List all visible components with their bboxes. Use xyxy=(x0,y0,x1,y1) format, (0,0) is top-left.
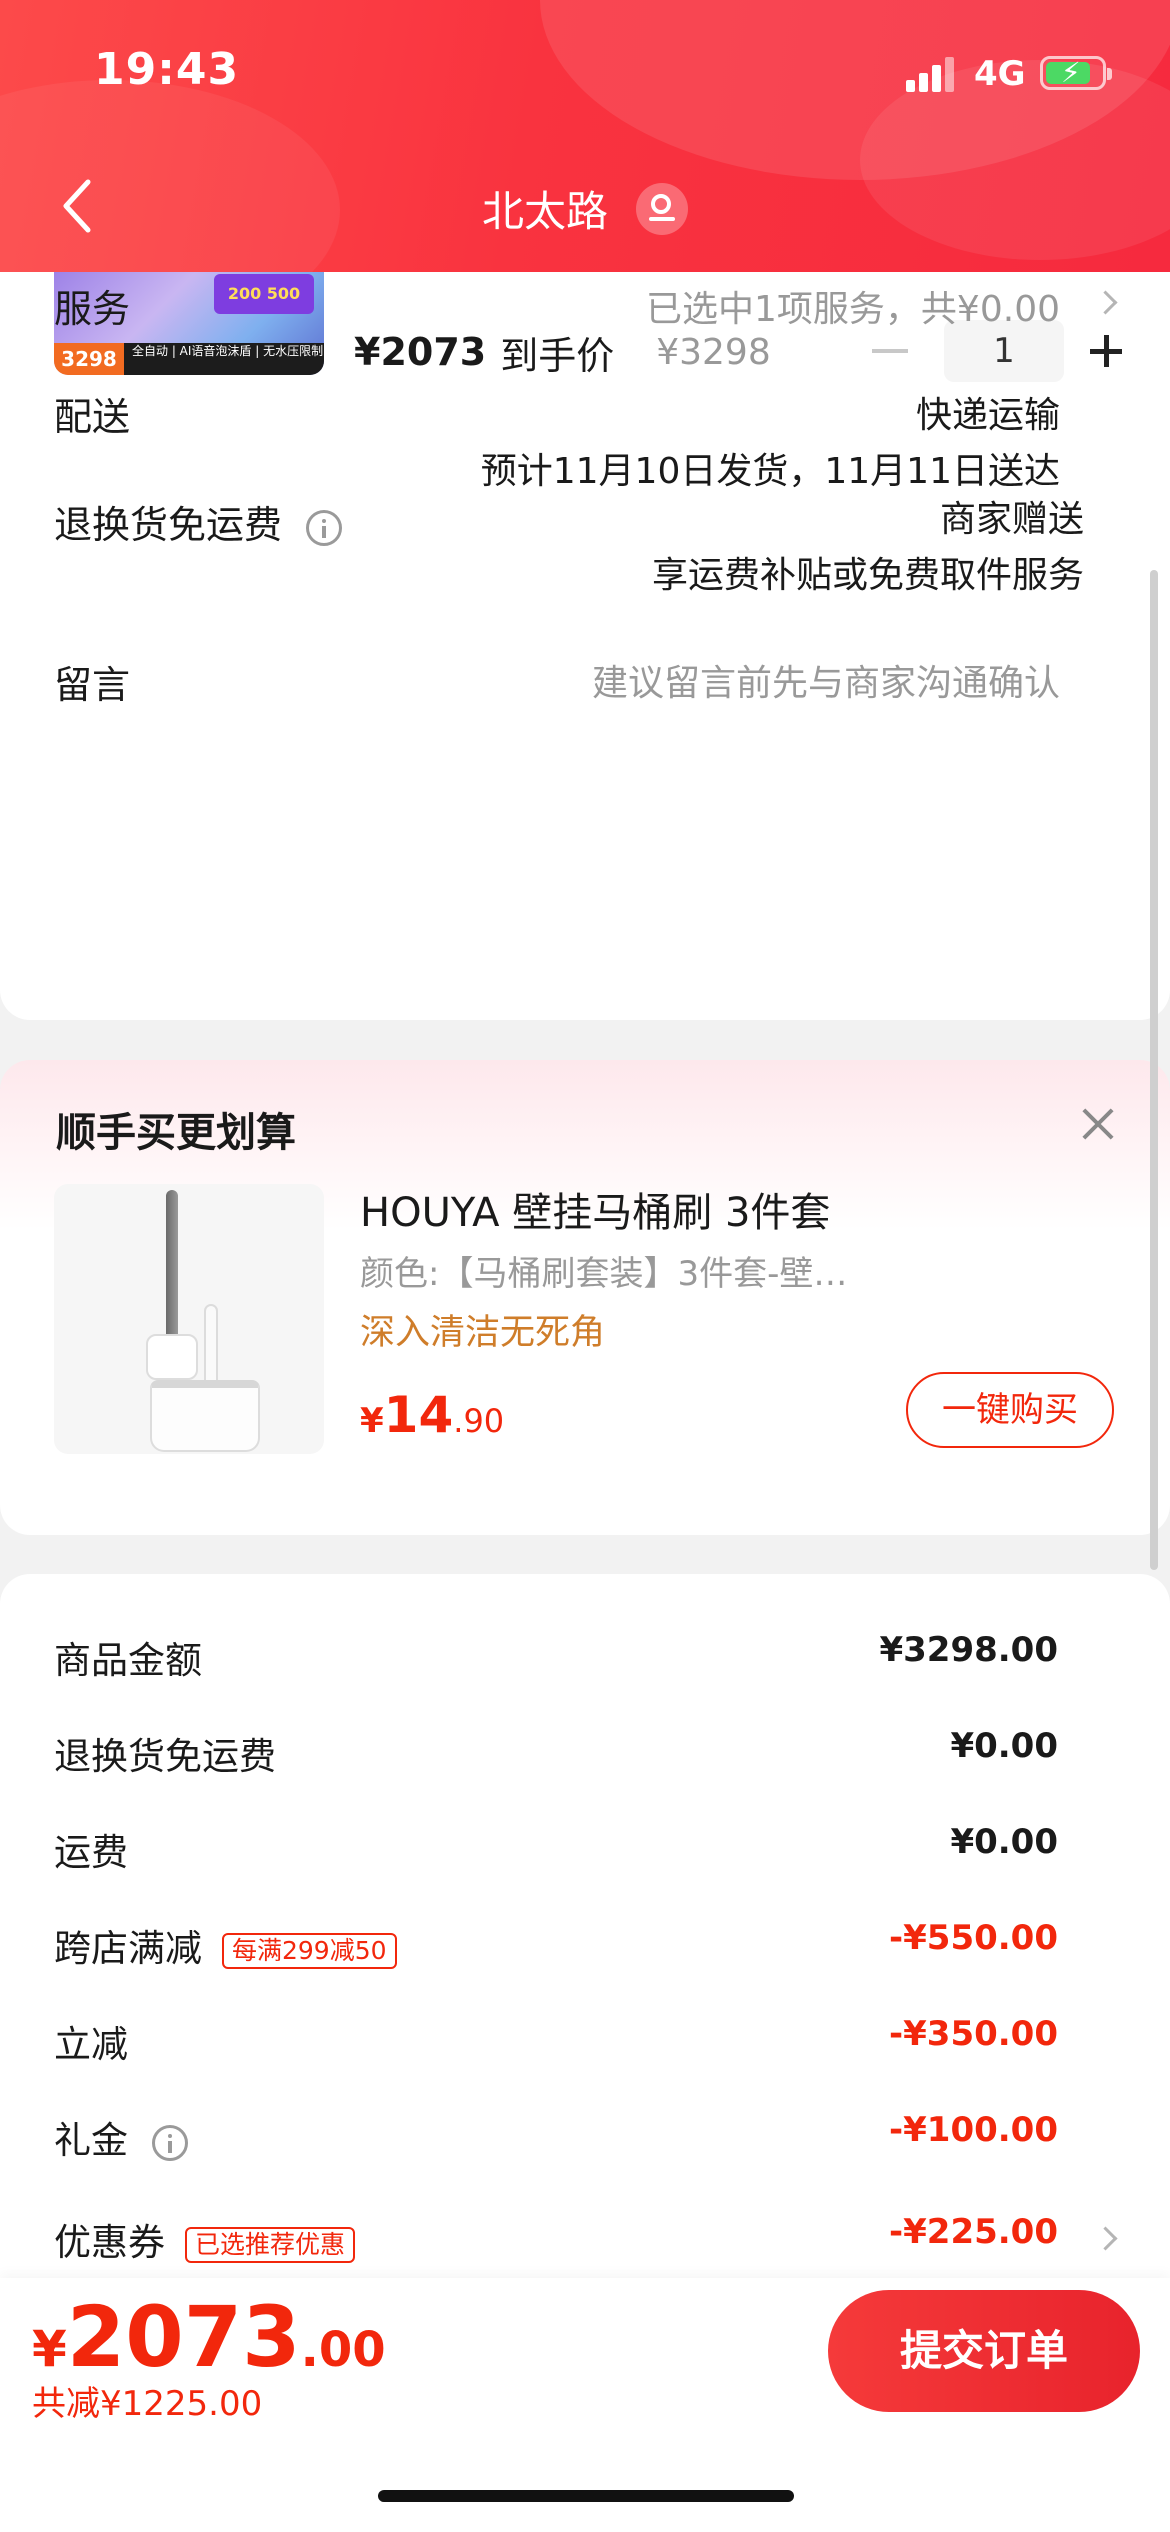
thumb-price: 3298 xyxy=(54,343,124,375)
total-decimal: .00 xyxy=(300,2322,386,2378)
info-icon[interactable] xyxy=(152,2124,188,2161)
cross-store-badge: 每满299减50 xyxy=(222,1932,397,1969)
thumb-caption: 全自动 | AI语音泡沫盾 | 无水压限制 xyxy=(124,343,324,375)
header-bar: 19:43 4G ⚡ 北太路 xyxy=(0,0,1170,272)
header-decoration xyxy=(0,80,340,272)
return-subvalue: 享运费补贴或免费取件服务 xyxy=(651,555,1084,596)
order-info-card: 200 500 3298 全自动 | AI语音泡沫盾 | 无水压限制 ¥2073… xyxy=(0,200,1170,1020)
instant-discount-value: -¥350.00 xyxy=(889,2014,1058,2054)
amount-summary-card: 商品金额 ¥3298.00 退换货免运费 ¥0.00 运费 ¥0.00 跨店满减… xyxy=(0,1574,1170,2294)
cross-store-value: -¥550.00 xyxy=(889,1918,1058,1958)
signal-icon xyxy=(906,56,954,92)
currency-symbol: ¥ xyxy=(32,2320,67,2378)
return-fee-label: 退换货免运费 xyxy=(54,1735,276,1778)
coupon-label: 优惠券 xyxy=(54,2221,165,2264)
address-title[interactable]: 北太路 xyxy=(0,178,1170,239)
final-price: ¥2073 xyxy=(354,330,487,374)
gift-value: -¥100.00 xyxy=(889,2110,1058,2150)
chevron-right-icon[interactable] xyxy=(1093,290,1118,315)
return-value: 商家赠送 xyxy=(939,499,1084,540)
delivery-label: 配送 xyxy=(54,395,131,439)
price-decimal: .90 xyxy=(453,1402,505,1440)
address-text: 北太路 xyxy=(481,187,608,236)
recommend-product-name[interactable]: HOUYA 壁挂马桶刷 3件套 xyxy=(360,1180,830,1238)
gift-money-row: 礼金 -¥100.00 xyxy=(0,2110,1170,2170)
shipping-fee-label: 运费 xyxy=(54,1831,128,1874)
final-price-label: 到手价 xyxy=(500,333,615,378)
recommend-product-image[interactable] xyxy=(54,1184,324,1454)
recommend-product-spec: 颜色:【马桶刷套装】3件套-壁… xyxy=(360,1254,848,1294)
home-indicator[interactable] xyxy=(378,2490,794,2502)
coupon-value: -¥225.00 xyxy=(889,2212,1058,2252)
decrease-button[interactable] xyxy=(872,349,908,353)
info-icon[interactable] xyxy=(306,509,343,546)
recommend-product-price: ¥14.90 xyxy=(360,1386,504,1444)
submit-order-button[interactable]: 提交订单 xyxy=(828,2290,1140,2412)
recommend-product-slogan: 深入清洁无死角 xyxy=(360,1313,606,1353)
delivery-estimate: 预计11月10日发货，11月11日送达 xyxy=(480,451,1060,492)
goods-amount-label: 商品金额 xyxy=(54,1639,202,1682)
battery-icon: ⚡ xyxy=(1040,56,1112,90)
coupon-badge: 已选推荐优惠 xyxy=(185,2226,356,2263)
status-time: 19:43 xyxy=(94,44,240,95)
gift-label-wrap: 礼金 xyxy=(54,2110,188,2164)
network-type: 4G xyxy=(974,54,1026,94)
message-input[interactable]: 建议留言前先与商家沟通确认 xyxy=(592,654,1060,706)
thumb-promo: 200 500 xyxy=(214,274,314,314)
recommend-title: 顺手买更划算 xyxy=(56,1110,296,1156)
coupon-row[interactable]: 优惠券 已选推荐优惠 -¥225.00 xyxy=(0,2212,1170,2272)
cross-store-discount-row[interactable]: 跨店满减 每满299减50 -¥550.00 xyxy=(0,1918,1170,1978)
shipping-fee-value: ¥0.00 xyxy=(950,1822,1058,1862)
cross-store-label: 跨店满减 xyxy=(54,1927,202,1970)
instant-discount-row: 立减 -¥350.00 xyxy=(0,2014,1170,2074)
return-fee-value: ¥0.00 xyxy=(950,1726,1058,1766)
increase-button[interactable] xyxy=(1090,335,1122,367)
one-click-buy-button[interactable]: 一键购买 xyxy=(906,1372,1114,1448)
close-icon[interactable] xyxy=(1078,1104,1118,1144)
cross-store-label-wrap: 跨店满减 每满299减50 xyxy=(54,1918,397,1972)
coupon-label-wrap: 优惠券 已选推荐优惠 xyxy=(54,2212,356,2266)
shipping-fee-row: 运费 ¥0.00 xyxy=(0,1822,1170,1882)
price-integer: 14 xyxy=(383,1386,454,1444)
total-integer: 2073 xyxy=(66,2288,301,2386)
return-fee-row: 退换货免运费 ¥0.00 xyxy=(0,1726,1170,1786)
delivery-method[interactable]: 快递运输 xyxy=(916,386,1060,438)
service-value[interactable]: 已选中1项服务，共¥0.00 xyxy=(646,280,1060,332)
total-saved[interactable]: 共减¥1225.00 xyxy=(32,2376,262,2425)
chevron-right-icon[interactable] xyxy=(1093,2226,1118,2251)
total-price: ¥2073.00 xyxy=(32,2288,386,2386)
return-label-row: 退换货免运费 xyxy=(54,494,343,549)
instant-discount-label: 立减 xyxy=(54,2023,128,2066)
recommend-card: 顺手买更划算 HOUYA 壁挂马桶刷 3件套 颜色:【马桶刷套装】3件套-壁… … xyxy=(0,1060,1170,1535)
original-price: ¥3298 xyxy=(656,331,771,373)
goods-amount-value: ¥3298.00 xyxy=(879,1630,1058,1670)
scrollbar[interactable] xyxy=(1150,570,1158,1570)
gift-label: 礼金 xyxy=(54,2119,128,2162)
return-label: 退换货免运费 xyxy=(54,503,283,547)
message-label: 留言 xyxy=(54,663,131,707)
goods-amount-row: 商品金额 ¥3298.00 xyxy=(0,1630,1170,1690)
location-icon[interactable] xyxy=(636,182,688,235)
service-label: 服务 xyxy=(54,287,131,331)
currency-symbol: ¥ xyxy=(360,1401,384,1441)
